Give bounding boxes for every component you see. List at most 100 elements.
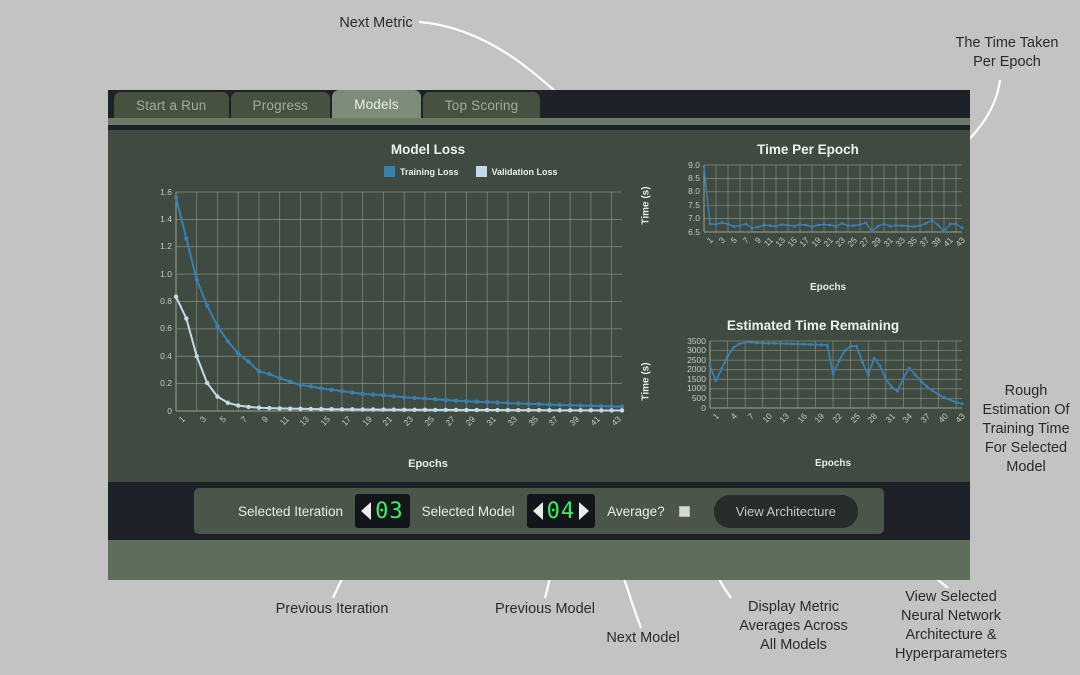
series-marker (215, 394, 220, 399)
series-marker (484, 399, 490, 405)
series-marker (526, 407, 531, 413)
series-marker (319, 406, 324, 412)
series-marker (339, 407, 345, 412)
series-marker (882, 222, 886, 226)
series-marker (948, 398, 952, 402)
series-marker (866, 373, 870, 377)
annotation-next-model: Next Model (606, 630, 680, 646)
series-marker (813, 343, 817, 347)
annotation-view-architecture-note: View Selected Neural Network Architectur… (894, 589, 1007, 662)
series-marker (401, 395, 407, 400)
tab-start-a-run[interactable]: Start a Run (114, 92, 229, 118)
series-marker (256, 405, 262, 410)
series-marker (896, 389, 900, 393)
previous-iteration-arrow-icon[interactable] (361, 502, 372, 520)
tab-models[interactable]: Models (332, 90, 421, 118)
series-marker (888, 224, 892, 228)
series-marker (860, 360, 864, 364)
chart-legend-model-loss: Training Loss Validation Loss (384, 166, 568, 177)
chart-title-model-loss: Model Loss (390, 142, 466, 157)
tab-label: Start a Run (136, 97, 207, 113)
series-marker (184, 316, 189, 321)
series-marker (557, 408, 562, 413)
series-marker (422, 407, 428, 412)
series-marker (767, 341, 771, 345)
series-marker (714, 379, 718, 383)
series-marker (726, 222, 730, 226)
ytick-label: 7.0 (688, 213, 700, 224)
ytick-label: 6.5 (688, 226, 700, 237)
ytick-label: 0 (167, 405, 172, 416)
series-marker (936, 223, 940, 227)
series-marker (925, 385, 929, 389)
series-marker (464, 407, 469, 413)
series-marker (796, 342, 800, 346)
series-marker (215, 323, 220, 329)
series-marker (557, 402, 562, 408)
ytick-label: 500 (691, 392, 706, 403)
xaxis-label-model-loss: Epochs (408, 458, 448, 470)
previous-model-arrow-icon[interactable] (532, 502, 543, 520)
series-marker (780, 222, 784, 226)
ytick-label: 1.6 (160, 186, 172, 197)
series-marker (588, 403, 594, 408)
tab-progress[interactable]: Progress (230, 92, 331, 118)
series-marker (714, 222, 718, 226)
charts-region: Model Loss Training Loss Validation Loss… (108, 130, 970, 482)
selected-iteration-stepper[interactable]: 03 (355, 494, 410, 528)
plot-model-loss[interactable]: 0 0.2 0.4 0.6 0.8 1.0 1.2 1.4 1.6 1 3 5 7 9 11 13 15 17 19… (148, 186, 628, 433)
chart-svg (173, 191, 625, 413)
series-marker (453, 398, 459, 403)
series-marker (732, 225, 736, 229)
ytick-label: 2500 (687, 354, 706, 365)
series-line (709, 341, 963, 405)
series-marker (599, 408, 604, 413)
ytick-label: 9.0 (688, 159, 700, 170)
series-marker (267, 405, 272, 411)
next-model-arrow-icon[interactable] (579, 502, 590, 520)
series-marker (755, 341, 759, 345)
ytick-label: 3500 (687, 335, 706, 346)
selected-model-stepper[interactable]: 04 (526, 494, 596, 528)
annotation-previous-iteration: Previous Iteration (275, 601, 389, 617)
series-marker (547, 408, 552, 413)
series-marker (912, 225, 916, 229)
series-marker (828, 223, 832, 227)
xaxis-label-time-per-epoch: Epochs (809, 282, 847, 293)
ytick-label: 0 (701, 402, 706, 413)
series-marker (906, 224, 910, 228)
series-marker (837, 359, 841, 363)
series-marker (825, 343, 829, 347)
series-marker (702, 165, 706, 169)
series-marker (225, 400, 231, 405)
series-marker (360, 407, 365, 412)
annotation-previous-model: Previous Model (495, 601, 595, 617)
series-marker (267, 371, 272, 377)
ytick-label: 1.0 (160, 268, 172, 279)
view-architecture-button[interactable]: View Architecture (713, 494, 858, 528)
series-marker (924, 221, 928, 225)
series-marker (804, 223, 808, 227)
series-marker (870, 229, 874, 233)
series-line (703, 166, 963, 233)
legend-swatch-validation-loss (475, 166, 487, 177)
series-marker (536, 407, 542, 413)
average-checkbox[interactable] (678, 505, 690, 517)
series-marker (849, 344, 853, 348)
tab-top-scoring[interactable]: Top Scoring (422, 92, 541, 118)
ytick-label: 2000 (687, 364, 706, 375)
series-marker (308, 384, 314, 389)
ytick-label: 7.5 (688, 199, 700, 210)
series-marker (858, 222, 862, 226)
series-marker (609, 404, 614, 409)
ytick-label: 1.4 (160, 213, 172, 224)
ytick-label: 0.4 (160, 350, 172, 361)
series-marker (505, 400, 511, 406)
series-marker (960, 402, 964, 406)
series-marker (738, 224, 742, 228)
plot-time-per-epoch[interactable]: 6.5 7.0 7.5 8.0 8.5 9.0 1 3 5 7 9 11 13 15 17 19 21 23 25 2… (678, 159, 968, 250)
plot-estimated-time-remaining[interactable]: 0 500 1000 1500 2000 2500 3000 3500 1 4 7 10 13 16 19 2… (678, 335, 968, 426)
series-marker (750, 226, 754, 230)
series-marker (588, 408, 594, 413)
series-marker (756, 225, 760, 229)
